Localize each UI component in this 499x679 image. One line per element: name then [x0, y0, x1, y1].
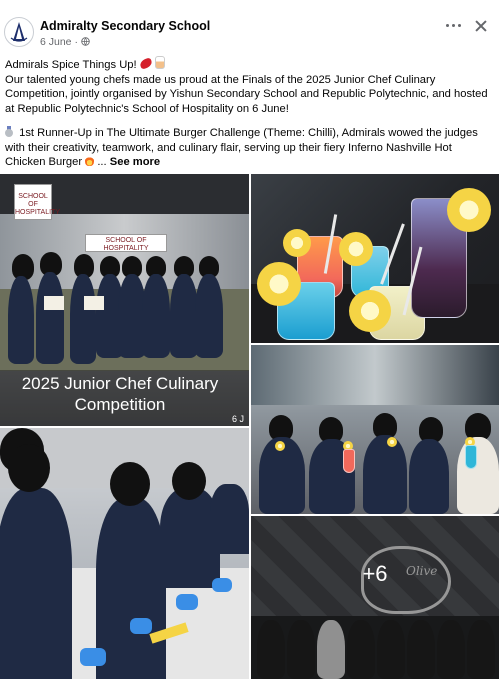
medal-icon: [5, 126, 13, 137]
student: [210, 484, 249, 554]
student-foreground: [0, 488, 72, 679]
blue-glove: [130, 618, 152, 634]
blue-glove: [212, 578, 232, 592]
photo-caption-text: 2025 Junior Chef Culinary Competition: [21, 374, 219, 414]
lemon-slice: [257, 262, 301, 306]
post-date[interactable]: 6 June: [40, 36, 72, 48]
certificate: [44, 296, 64, 310]
close-icon[interactable]: [473, 18, 489, 34]
page-name-link[interactable]: Admiralty Secondary School: [40, 19, 210, 33]
post-header: Admiralty Secondary School 6 June ·: [0, 0, 499, 50]
blue-mocktail-glass: [465, 445, 477, 469]
photo-mocktail-drinks[interactable]: [251, 174, 499, 343]
school-crest-avatar[interactable]: [4, 17, 34, 47]
lemon-slice: [275, 441, 285, 451]
hanging-sign: SCHOOL OF HOSPITALITY: [14, 184, 60, 220]
student: [170, 274, 198, 358]
chili-emoji-icon: [138, 57, 153, 70]
blue-glove: [80, 648, 106, 666]
student: [36, 272, 64, 364]
caption-headline-text: Admirals Spice Things Up!: [5, 59, 140, 71]
photo-students-with-mocktails[interactable]: [251, 345, 499, 514]
fire-emoji-icon: [85, 155, 95, 166]
lemon-slice: [387, 437, 397, 447]
student: [363, 435, 407, 514]
photo-group-at-school-of-hospitality[interactable]: SCHOOL OF HOSPITALITY SCHOOL OF HOSPITAL…: [0, 174, 249, 426]
photo-date-tag: 6 J: [232, 414, 245, 424]
student: [195, 274, 223, 358]
student: [457, 437, 499, 514]
caption-ellipsis: ...: [97, 156, 110, 168]
photo-students-cooking[interactable]: [0, 428, 249, 679]
photo-grid: SCHOOL OF HOSPITALITY SCHOOL OF HOSPITAL…: [0, 174, 499, 679]
photo-team-at-olive-restaurant[interactable]: Olive +6: [251, 516, 499, 679]
lemon-slice: [447, 188, 491, 232]
student: [142, 274, 170, 358]
more-dots-icon[interactable]: [443, 18, 465, 32]
post-meta: 6 June ·: [40, 36, 90, 48]
chef-emoji-icon: [154, 56, 165, 69]
orange-mocktail-glass: [343, 449, 355, 473]
wall-sign: SCHOOL OF HOSPITALITY: [85, 234, 167, 252]
student: [409, 439, 449, 514]
lemon-slice: [349, 290, 391, 332]
caption-headline: Admirals Spice Things Up!: [5, 56, 494, 73]
more-photos-count[interactable]: +6: [251, 561, 499, 587]
student-hair: [172, 462, 206, 500]
caption-award-text: 1st Runner-Up in The Ultimate Burger Cha…: [5, 127, 478, 168]
caption-award: 1st Runner-Up in The Ultimate Burger Cha…: [5, 126, 494, 170]
student: [70, 274, 96, 364]
post-caption: Admirals Spice Things Up! Our talented y…: [5, 56, 494, 170]
blue-glove: [176, 594, 198, 610]
student-hair: [8, 444, 50, 492]
more-photos-overlay[interactable]: [251, 516, 499, 679]
window-wall: [251, 345, 499, 405]
student-hair: [110, 462, 150, 506]
see-more-link[interactable]: See more: [110, 156, 160, 168]
lemon-slice: [283, 229, 311, 257]
caption-body: Our talented young chefs made us proud a…: [5, 73, 488, 115]
certificate: [84, 296, 104, 310]
student: [8, 276, 34, 364]
globe-icon: [81, 37, 90, 46]
lemon-slice: [339, 232, 373, 266]
student: [96, 498, 166, 679]
school-crest-icon: [6, 19, 32, 45]
